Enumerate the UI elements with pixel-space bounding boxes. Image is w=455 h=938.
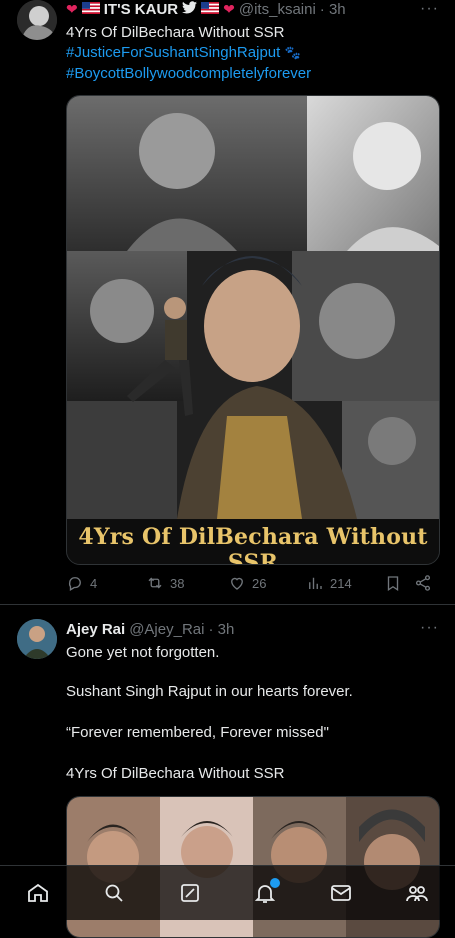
reply-count: 4 [90,575,98,591]
timestamp[interactable]: · 3h [208,621,234,638]
image-banner-text: 4Yrs Of DilBechara Without SSR [78,524,428,565]
tweet-header: Ajey Rai @Ajey_Rai · 3h [66,621,234,638]
repost-icon [148,577,162,589]
repost-count: 38 [170,575,185,591]
tweet-actions: 4 38 26 214 [66,574,443,592]
display-name[interactable]: IT'S KAUR [104,1,178,18]
tweet-text-line: 4Yrs Of DilBechara Without SSR [66,765,285,782]
hashtag-link[interactable]: #BoycottBollywoodcompletelyforever [66,64,311,84]
like-count: 26 [252,575,267,591]
like-button[interactable]: 26 [228,574,306,592]
tweet-text: 4Yrs Of DilBechara Without SSR [66,24,285,41]
handle[interactable]: @Ajey_Rai [129,621,204,638]
communities-icon[interactable] [405,881,429,905]
reply-icon [68,577,81,591]
cat-emoji: 🐾 [284,45,301,60]
home-icon[interactable] [26,881,50,905]
hashtag-text[interactable]: #JusticeForSushantSinghRajput [66,44,280,61]
tweet-text-line: Sushant Singh Rajput in our hearts forev… [66,683,353,700]
bookmark-button[interactable] [384,574,414,592]
more-options-icon[interactable]: ··· [420,619,439,637]
notifications-button[interactable] [253,878,281,905]
handle[interactable]: @its_ksaini [239,1,316,18]
tweet-text-line: Gone yet not forgotten. [66,644,220,661]
hashtag-link[interactable]: #JusticeForSushantSinghRajput 🐾 [66,43,301,63]
us-flag-icon [201,1,220,18]
views-button[interactable]: 214 [306,574,384,592]
tweet-1[interactable]: ❤ IT'S KAUR ❤ @its_ksaini · 3h ··· 4Yrs … [0,0,455,604]
bookmark-icon [387,576,399,592]
collage-image [67,96,439,564]
us-flag-icon [81,1,100,18]
repost-button[interactable]: 38 [146,574,228,592]
search-icon[interactable] [102,881,126,905]
views-count: 214 [330,575,352,591]
grok-icon[interactable] [178,881,202,905]
avatar[interactable] [17,0,57,40]
heart-emoji: ❤ [223,1,235,17]
avatar[interactable] [17,619,57,659]
reply-button[interactable]: 4 [66,574,146,592]
messages-icon[interactable] [329,881,353,905]
heart-icon [231,577,243,590]
more-options-icon[interactable]: ··· [420,0,439,18]
bird-icon [182,1,198,18]
bottom-nav [0,865,455,920]
share-icon [415,575,431,591]
heart-emoji: ❤ [66,1,78,17]
tweet-text-line: “Forever remembered, Forever missed" [66,724,329,741]
timestamp[interactable]: · 3h [320,1,346,18]
display-name[interactable]: Ajey Rai [66,621,125,638]
tweet-image[interactable]: 4Yrs Of DilBechara Without SSR [66,95,440,565]
tweet-header: ❤ IT'S KAUR ❤ @its_ksaini · 3h [66,1,346,18]
notification-dot [270,878,281,888]
views-icon [309,577,322,589]
share-button[interactable] [414,574,436,592]
